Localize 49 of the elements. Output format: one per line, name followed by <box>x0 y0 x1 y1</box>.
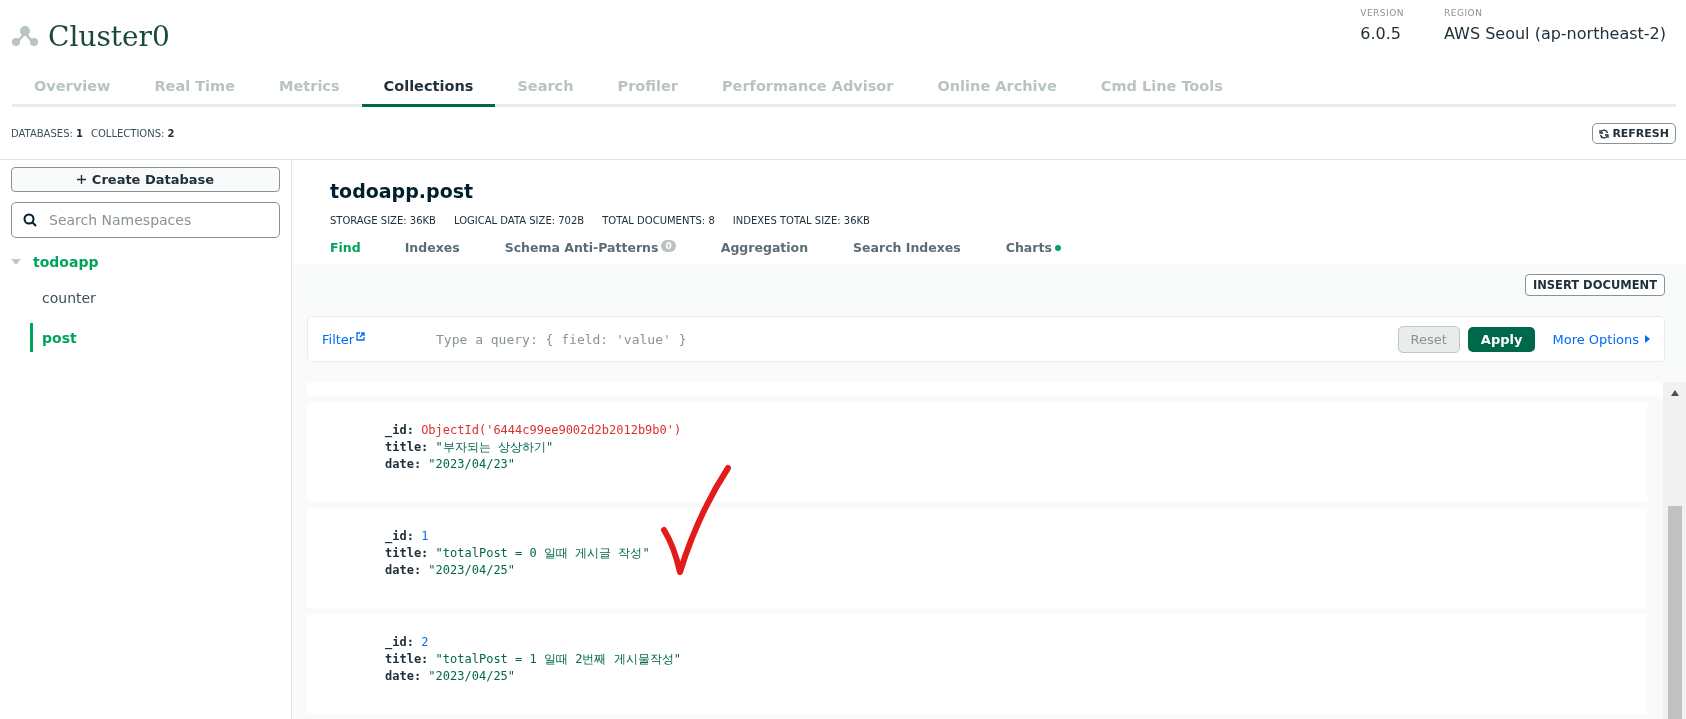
scrollbar[interactable] <box>1663 382 1686 719</box>
collection-stat: INDEXES TOTAL SIZE: 36KB <box>732 215 870 226</box>
search-field[interactable]: Search Namespaces <box>11 202 280 238</box>
caret-icon <box>1645 335 1650 343</box>
document-field: date: "2023/04/25" <box>385 668 1647 685</box>
region-label: REGION <box>1444 8 1484 18</box>
filter-link[interactable]: Filter <box>322 331 434 347</box>
scroll-up-icon[interactable] <box>1670 390 1679 396</box>
count-badge: 0 <box>661 240 676 252</box>
document-field: title: "부자되는 상상하기" <box>385 439 1647 456</box>
scrollbar-thumb[interactable] <box>1667 506 1682 719</box>
document-field: _id: ObjectId('6444c99ee9002d2b2012b9b0') <box>385 422 1647 439</box>
search-icon <box>23 213 37 227</box>
document-field: _id: 2 <box>385 634 1647 651</box>
database-item[interactable]: todoapp <box>33 254 99 270</box>
version-value: 6.0.5 <box>1360 24 1402 43</box>
caret-icon[interactable] <box>11 258 21 266</box>
document-field: title: "totalPost = 0 일때 게시글 작성" <box>385 545 1647 562</box>
insert-document-button[interactable]: INSERT DOCUMENT <box>1524 274 1665 296</box>
cluster-icon <box>12 25 38 47</box>
refresh-icon <box>1599 128 1610 139</box>
document-field: _id: 1 <box>385 528 1647 545</box>
document-field: date: "2023/04/23" <box>385 456 1647 473</box>
collection-item[interactable]: post <box>30 323 280 352</box>
summary-count: COLLECTIONS: 2 <box>91 128 175 139</box>
collection-stat: STORAGE SIZE: 36KB <box>330 215 436 226</box>
collection-title: todoapp.post <box>330 180 475 202</box>
collection-item[interactable]: counter <box>30 283 280 312</box>
collection-tab[interactable]: Indexes <box>404 240 460 264</box>
summary-count: DATABASES: 1 <box>11 128 83 139</box>
refresh-button[interactable]: REFRESH <box>1592 123 1676 144</box>
collection-stat: TOTAL DOCUMENTS: 8 <box>602 215 715 226</box>
collection-tab[interactable]: Search Indexes <box>853 240 961 264</box>
more-options-link[interactable]: More Options <box>1552 331 1650 347</box>
collection-tab[interactable]: Schema Anti-Patterns 0 <box>504 240 676 264</box>
version-label: VERSION <box>1360 8 1405 18</box>
collection-stat: LOGICAL DATA SIZE: 702B <box>453 215 585 226</box>
collection-tab[interactable]: Charts <box>1005 240 1061 264</box>
create-database-button[interactable]: Create Database <box>11 167 280 192</box>
external-link-icon <box>356 331 366 341</box>
document-field: date: "2023/04/25" <box>385 562 1647 579</box>
cluster-title: Cluster0 <box>48 19 170 53</box>
apply-button[interactable]: Apply <box>1467 326 1536 352</box>
collection-tab[interactable]: Aggregation <box>720 240 809 264</box>
collection-tab[interactable]: Find <box>330 240 361 264</box>
nav-tab[interactable]: Collections <box>361 70 496 107</box>
plus-icon <box>76 175 86 184</box>
document-field: title: "totalPost = 1 일때 2번째 게시물작성" <box>385 651 1647 668</box>
region-value: AWS Seoul (ap-northeast-2) <box>1444 24 1666 43</box>
